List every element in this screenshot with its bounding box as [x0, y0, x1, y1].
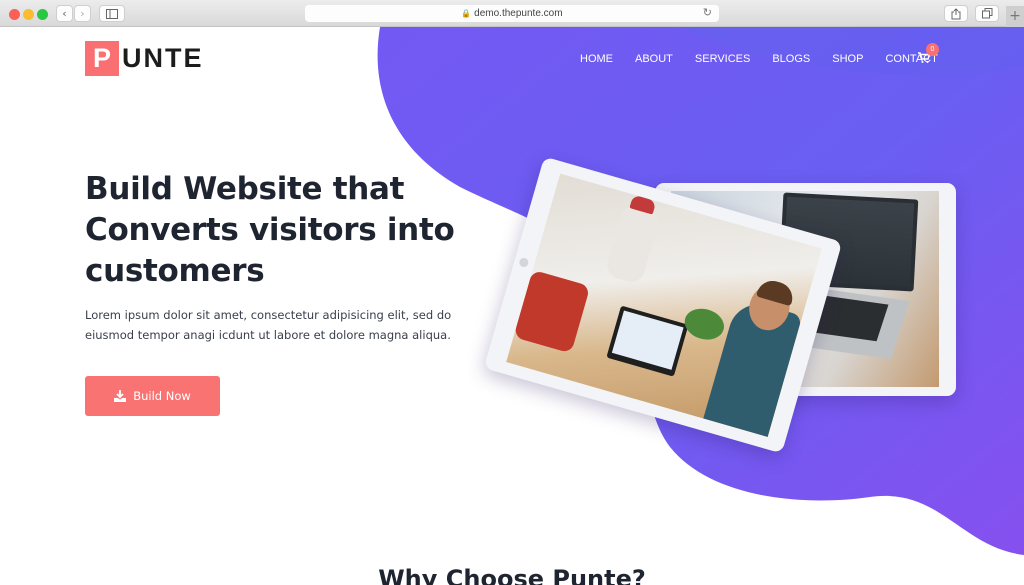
share-button[interactable]	[944, 5, 968, 22]
lock-icon: 🔒	[461, 9, 472, 18]
nav-item-blogs[interactable]: BLOGS	[772, 53, 810, 65]
address-bar[interactable]: 🔒 demo.thepunte.com ↻	[305, 5, 719, 22]
hero-headline: Build Website that Converts visitors int…	[85, 169, 485, 292]
build-now-button[interactable]: Build Now	[85, 376, 220, 416]
close-window-button[interactable]	[9, 9, 20, 20]
browser-toolbar: ‹ › 🔒 demo.thepunte.com ↻ +	[0, 0, 1024, 27]
build-now-label: Build Now	[133, 389, 191, 403]
web-page: P UNTE HOME ABOUT SERVICES BLOGS SHOP CO…	[0, 27, 1024, 585]
headline-line: Build Website that	[85, 171, 405, 207]
reload-icon[interactable]: ↻	[703, 5, 712, 22]
hero-description: Lorem ipsum dolor sit amet, consectetur …	[85, 308, 452, 342]
back-button[interactable]: ‹	[56, 5, 73, 22]
headline-line: Converts visitors into	[85, 212, 455, 248]
new-tab-button[interactable]: +	[1006, 6, 1024, 27]
cart-count-badge: 0	[926, 43, 939, 56]
nav-item-home[interactable]: HOME	[580, 53, 613, 65]
section-title: Why Choose Punte?	[378, 565, 646, 585]
chevron-right-icon: ›	[80, 7, 85, 20]
download-icon	[114, 390, 127, 402]
headline-line: customers	[85, 253, 265, 289]
tablet-home-button	[518, 256, 530, 269]
url-text: demo.thepunte.com	[474, 8, 563, 19]
main-nav: HOME ABOUT SERVICES BLOGS SHOP CONTACT	[580, 53, 960, 65]
minimize-window-button[interactable]	[23, 9, 34, 20]
tabs-overview-button[interactable]	[975, 5, 999, 22]
tabs-icon	[981, 8, 992, 19]
nav-item-about[interactable]: ABOUT	[635, 53, 673, 65]
maximize-window-button[interactable]	[37, 9, 48, 20]
share-icon	[951, 8, 961, 20]
sidebar-toggle-button[interactable]	[99, 5, 125, 22]
logo-text: UNTE	[122, 43, 204, 73]
nav-item-shop[interactable]: SHOP	[832, 53, 863, 65]
forward-button[interactable]: ›	[74, 5, 91, 22]
chevron-left-icon: ‹	[62, 7, 67, 20]
plus-icon: +	[1009, 8, 1021, 24]
sidebar-icon	[106, 9, 118, 19]
logo-mark: P	[85, 41, 119, 76]
site-logo[interactable]: P UNTE	[85, 41, 204, 76]
nav-item-services[interactable]: SERVICES	[695, 53, 750, 65]
